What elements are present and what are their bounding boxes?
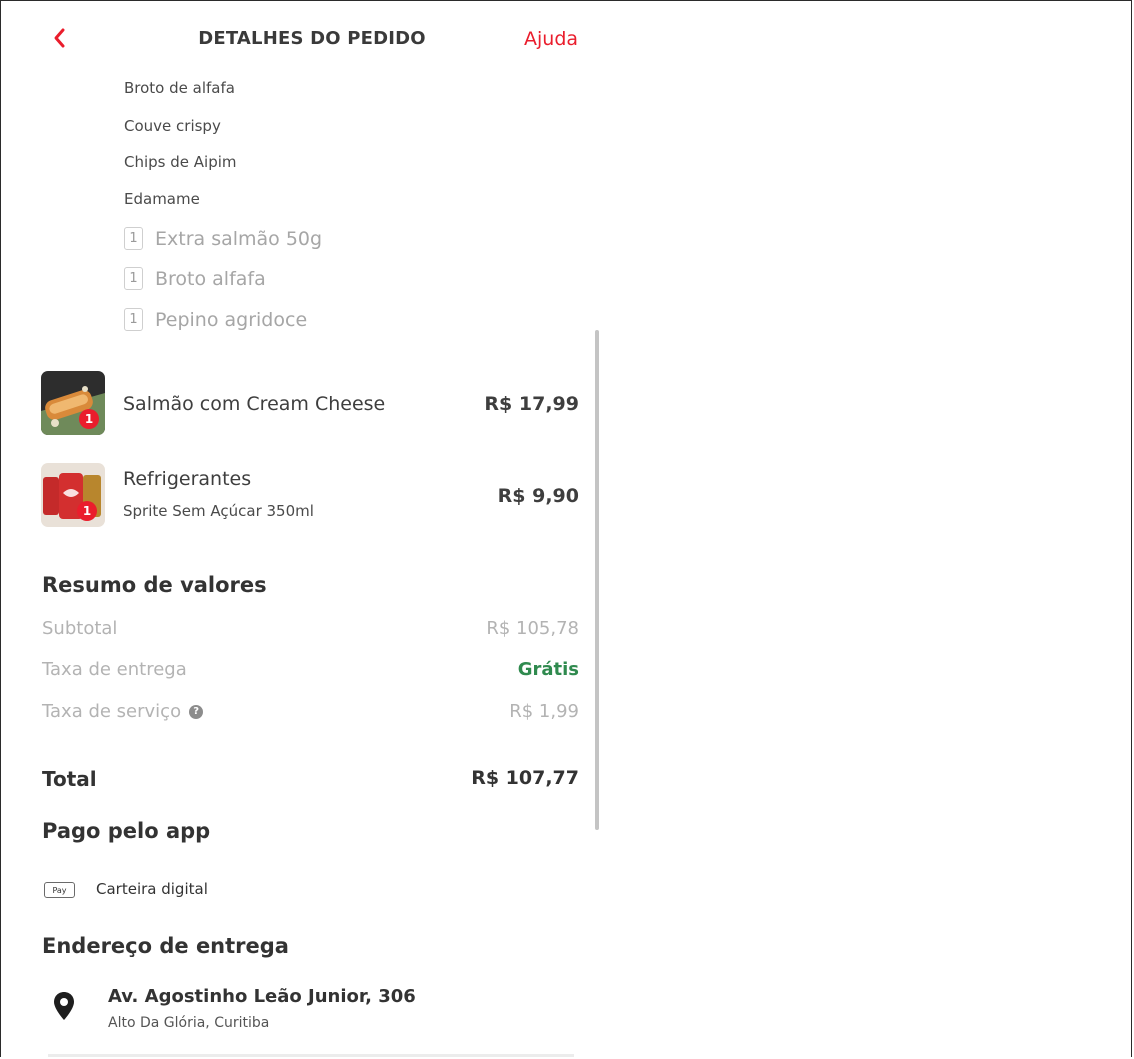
wallet-pay-icon-text: Pay	[52, 886, 67, 895]
scrollbar[interactable]	[595, 330, 599, 830]
total-value: R$ 107,77	[471, 767, 579, 789]
extra-name: Extra salmão 50g	[155, 227, 323, 250]
total-label: Total	[42, 767, 97, 791]
extra-qty: 1	[124, 308, 143, 331]
subtotal-label: Subtotal	[42, 618, 118, 639]
item-thumbnail-soda[interactable]: 1	[41, 463, 105, 527]
divider	[48, 1054, 574, 1057]
extra-qty: 1	[124, 267, 143, 290]
option-item: Broto de alfafa	[124, 79, 235, 97]
location-pin-icon	[52, 990, 76, 1022]
payment-method-label: Carteira digital	[96, 880, 208, 898]
extra-item: 1 Extra salmão 50g	[124, 227, 322, 250]
service-fee-value: R$ 1,99	[509, 701, 579, 722]
item-price: R$ 17,99	[484, 393, 579, 415]
address-street: Av. Agostinho Leão Junior, 306	[108, 986, 416, 1007]
address-district: Alto Da Glória, Curitiba	[108, 1015, 270, 1031]
item-name: Salmão com Cream Cheese	[123, 393, 386, 415]
delivery-fee-value: Grátis	[517, 659, 579, 680]
item-thumbnail-salmon[interactable]: 1	[41, 371, 105, 435]
help-link[interactable]: Ajuda	[524, 28, 578, 50]
chevron-left-icon[interactable]	[48, 24, 72, 52]
item-qty-badge: 1	[77, 501, 97, 521]
extra-qty: 1	[124, 227, 143, 250]
service-fee-label: Taxa de serviço	[42, 701, 182, 722]
item-detail: Sprite Sem Açúcar 350ml	[123, 502, 314, 520]
item-name: Refrigerantes	[123, 468, 252, 490]
address-heading: Endereço de entrega	[42, 934, 289, 958]
summary-heading: Resumo de valores	[42, 573, 267, 597]
item-qty-badge: 1	[79, 409, 99, 429]
item-price: R$ 9,90	[497, 485, 579, 507]
option-item: Edamame	[124, 190, 200, 208]
info-icon[interactable]: ?	[189, 704, 204, 719]
service-fee-row: Taxa de serviço ?	[42, 701, 204, 722]
subtotal-value: R$ 105,78	[486, 618, 579, 639]
extra-name: Broto alfafa	[155, 267, 266, 290]
option-item: Chips de Aipim	[124, 153, 237, 171]
page-title: DETALHES DO PEDIDO	[198, 28, 426, 49]
extra-item: 1 Pepino agridoce	[124, 308, 307, 331]
payment-heading: Pago pelo app	[42, 819, 211, 843]
extra-name: Pepino agridoce	[155, 308, 308, 331]
option-item: Couve crispy	[124, 117, 221, 135]
delivery-fee-label: Taxa de entrega	[42, 659, 187, 680]
extra-item: 1 Broto alfafa	[124, 267, 266, 290]
wallet-pay-icon: Pay	[44, 882, 75, 898]
